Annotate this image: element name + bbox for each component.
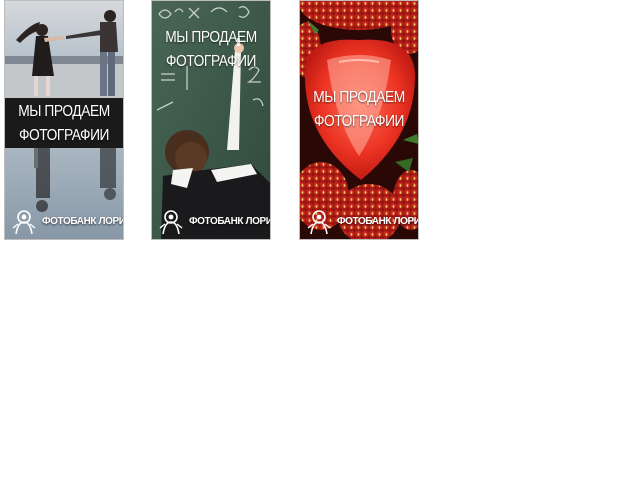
banner-strip: МЫ ПРОДАЕМ ФОТОГРАФИИ ФОТОБАНК ЛОРИ МЫ П… [0, 0, 640, 480]
brand-name: ФОТОБАНК ЛОРИ [189, 216, 271, 227]
banner-headline: МЫ ПРОДАЕМ ФОТОГРАФИИ [12, 100, 115, 148]
brand-name: ФОТОБАНК ЛОРИ [42, 216, 124, 227]
lori-camera-man-icon [307, 210, 331, 235]
brand-name: ФОТОБАНК ЛОРИ [337, 216, 419, 227]
banner-headline: МЫ ПРОДАЕМ ФОТОГРАФИИ [307, 86, 410, 134]
headline-line-2: ФОТОГРАФИИ [18, 127, 110, 144]
headline-line-1: МЫ ПРОДАЕМ [313, 89, 405, 106]
lori-camera-man-icon [12, 210, 36, 235]
banner-headline: МЫ ПРОДАЕМ ФОТОГРАФИИ [159, 26, 262, 74]
brand-mark: ФОТОБАНК ЛОРИ [155, 208, 271, 236]
headline-line-1: МЫ ПРОДАЕМ [165, 29, 257, 46]
headline-line-1: МЫ ПРОДАЕМ [18, 103, 110, 120]
brand-mark: ФОТОБАНК ЛОРИ [8, 208, 124, 236]
headline-line-2: ФОТОГРАФИИ [313, 113, 405, 130]
lori-camera-man-icon [159, 210, 183, 235]
banner-schoolboy-chalkboard[interactable]: МЫ ПРОДАЕМ ФОТОГРАФИИ ФОТОБАНК ЛОРИ [151, 0, 271, 240]
brand-mark: ФОТОБАНК ЛОРИ [303, 208, 419, 236]
banner-strawberries[interactable]: МЫ ПРОДАЕМ ФОТОГРАФИИ ФОТОБАНК ЛОРИ [299, 0, 419, 240]
banner-couple-beach[interactable]: МЫ ПРОДАЕМ ФОТОГРАФИИ ФОТОБАНК ЛОРИ [4, 0, 124, 240]
headline-line-2: ФОТОГРАФИИ [165, 53, 257, 70]
